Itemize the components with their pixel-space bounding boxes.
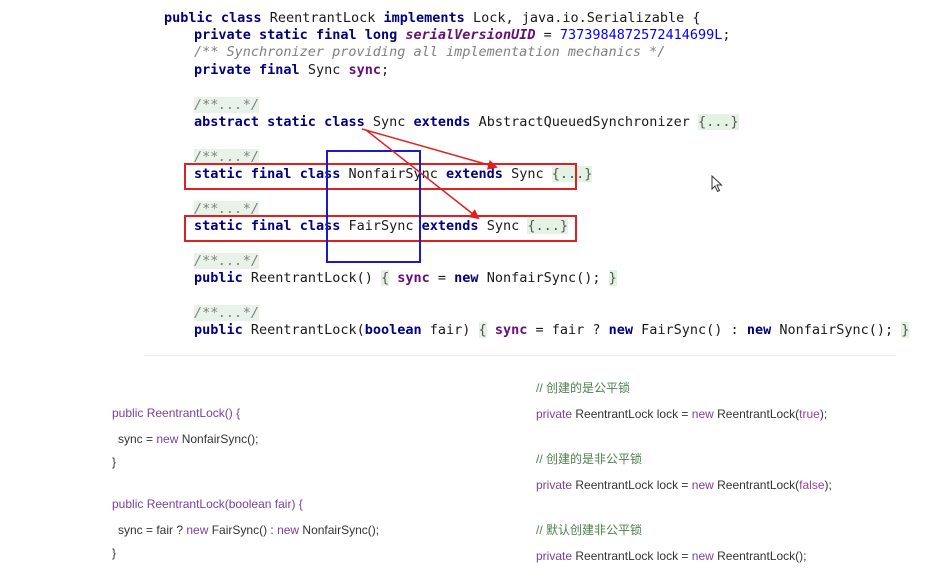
simple-ctor-fair-close: } bbox=[112, 546, 117, 560]
usage-nonfair-lock: private ReentrantLock lock = new Reentra… bbox=[536, 478, 832, 492]
mouse-cursor-icon bbox=[711, 175, 723, 193]
annotation-arrows bbox=[361, 128, 498, 220]
simple-ctor-fair-body: sync = fair ? new FairSync() : new Nonfa… bbox=[118, 523, 380, 537]
simple-ctor-default-sig: public ReentrantLock() { bbox=[112, 406, 241, 420]
usage-default-lock: private ReentrantLock lock = new Reentra… bbox=[536, 549, 807, 563]
section-divider bbox=[145, 355, 895, 356]
comment-nonfair-lock: // 创建的是非公平锁 bbox=[536, 452, 643, 466]
usage-fair-lock: private ReentrantLock lock = new Reentra… bbox=[536, 407, 828, 421]
comment-default-lock: // 默认创建非公平锁 bbox=[536, 523, 643, 537]
simple-ctor-default-body: sync = new NonfairSync(); bbox=[118, 432, 259, 446]
simple-ctor-fair-sig: public ReentrantLock(boolean fair) { bbox=[112, 497, 303, 511]
arrow-to-fair bbox=[365, 129, 480, 220]
simple-ctor-default-close: } bbox=[112, 455, 117, 469]
comment-fair-lock: // 创建的是公平锁 bbox=[536, 381, 631, 395]
arrow-to-nonfair bbox=[361, 128, 498, 170]
